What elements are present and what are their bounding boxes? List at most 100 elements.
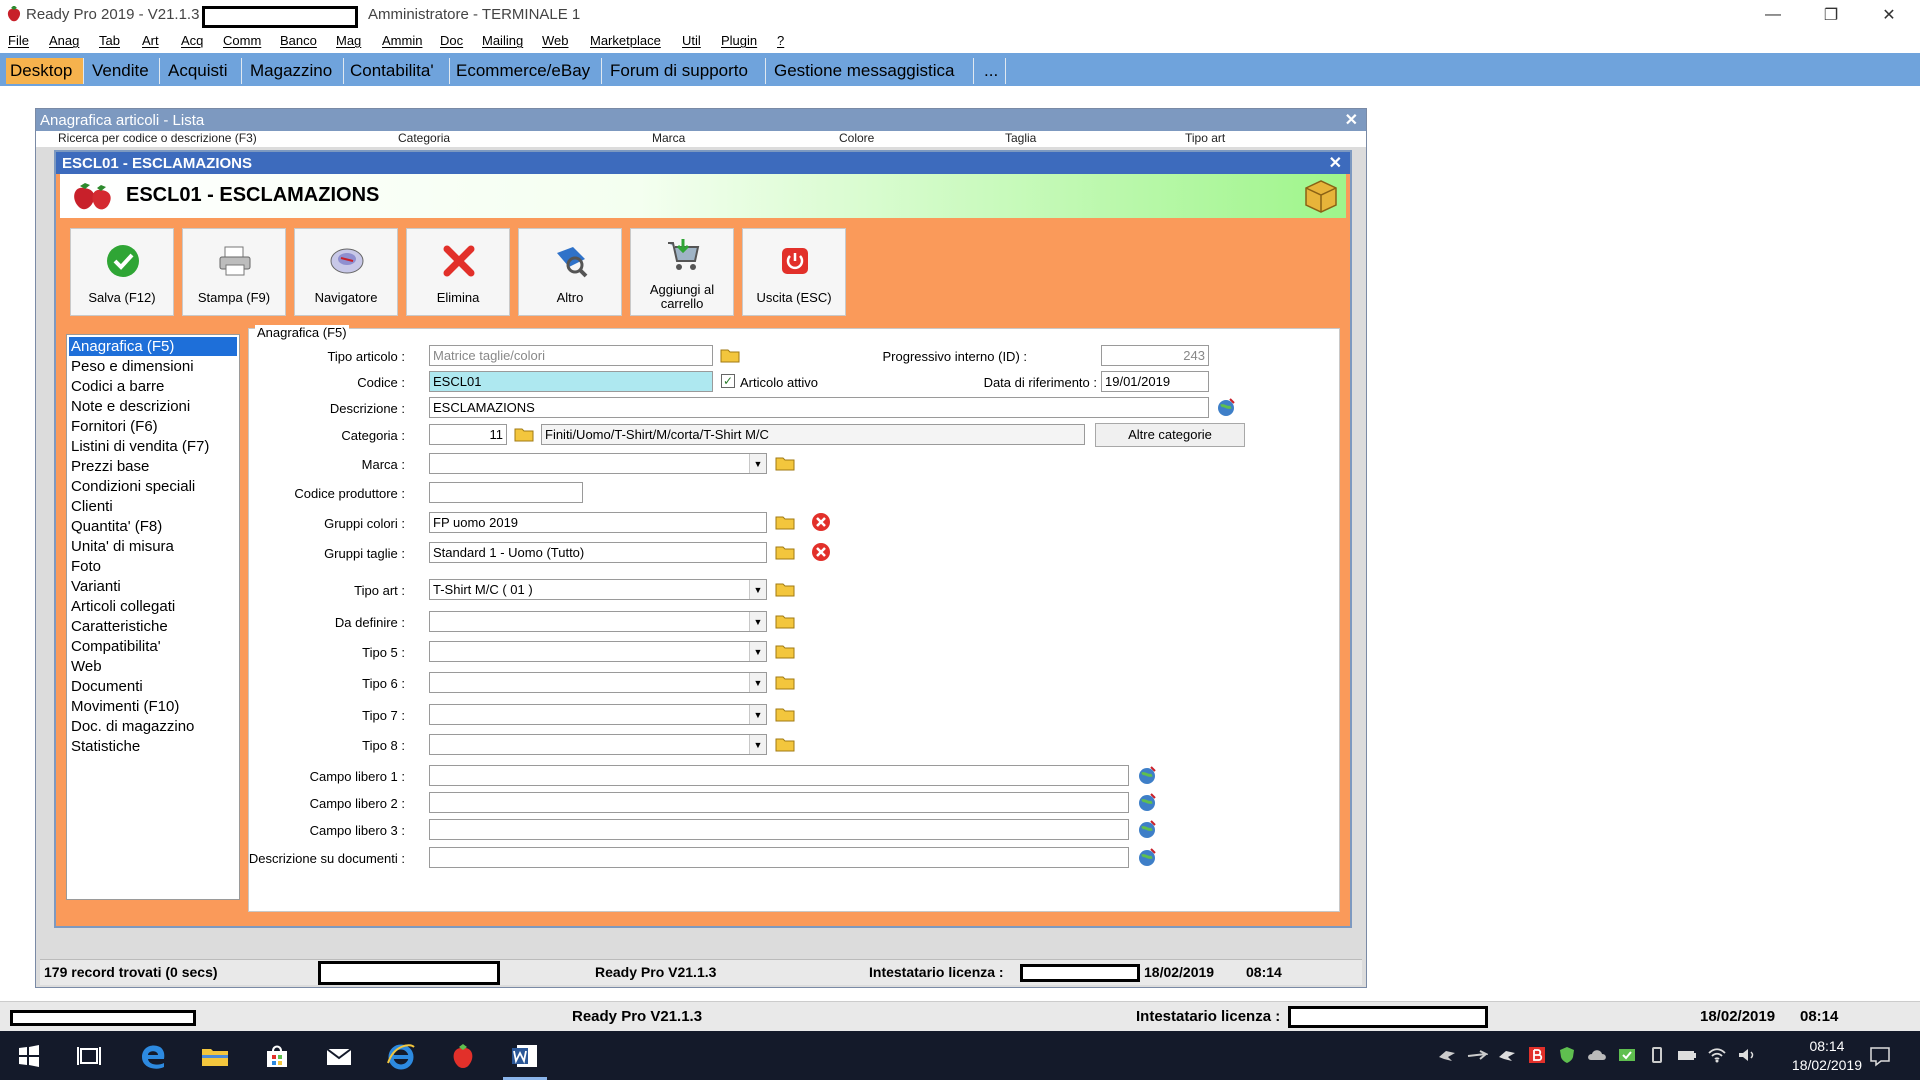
- tray-bird-icon[interactable]: [1436, 1045, 1458, 1065]
- menu-banco[interactable]: Banco: [280, 33, 317, 48]
- sidebar-item-fornitori[interactable]: Fornitori (F6): [69, 417, 237, 436]
- chevron-down-icon[interactable]: ▼: [749, 454, 766, 473]
- folder-icon[interactable]: [719, 344, 741, 366]
- filter-tipo-art[interactable]: Tipo art: [1185, 131, 1225, 145]
- sidebar-item-unita[interactable]: Unita' di misura: [69, 537, 237, 556]
- tab-vendite[interactable]: Vendite: [88, 58, 160, 84]
- chevron-down-icon[interactable]: ▼: [749, 673, 766, 692]
- tab-acquisti[interactable]: Acquisti: [164, 58, 242, 84]
- globe-pen-icon[interactable]: [1215, 396, 1237, 418]
- chevron-down-icon[interactable]: ▼: [749, 705, 766, 724]
- gruppi-taglie-field[interactable]: Standard 1 - Uomo (Tutto): [429, 542, 767, 563]
- campo2-field[interactable]: [429, 792, 1129, 813]
- print-button[interactable]: Stampa (F9): [182, 228, 286, 316]
- menu-acq[interactable]: Acq: [181, 33, 203, 48]
- navigator-button[interactable]: Navigatore: [294, 228, 398, 316]
- remove-icon[interactable]: [810, 511, 832, 533]
- codice-produttore-field[interactable]: [429, 482, 583, 503]
- sidebar-item-condizioni[interactable]: Condizioni speciali: [69, 477, 237, 496]
- sidebar-item-note[interactable]: Note e descrizioni: [69, 397, 237, 416]
- filter-ricerca[interactable]: Ricerca per codice o descrizione (F3): [58, 131, 257, 145]
- tab-magazzino[interactable]: Magazzino: [246, 58, 344, 84]
- tray-bird2-icon[interactable]: [1496, 1045, 1518, 1065]
- other-button[interactable]: Altro: [518, 228, 622, 316]
- sidebar-item-movimenti[interactable]: Movimenti (F10): [69, 697, 237, 716]
- campo1-field[interactable]: [429, 765, 1129, 786]
- ready-pro-taskbar-icon[interactable]: [446, 1039, 480, 1073]
- sidebar-item-listini[interactable]: Listini di vendita (F7): [69, 437, 237, 456]
- delete-button[interactable]: Elimina: [406, 228, 510, 316]
- taskbar-clock[interactable]: 08:14 18/02/2019: [1792, 1037, 1862, 1075]
- sidebar-item-quantita[interactable]: Quantita' (F8): [69, 517, 237, 536]
- filter-colore[interactable]: Colore: [839, 131, 874, 145]
- desc-doc-field[interactable]: [429, 847, 1129, 868]
- folder-icon[interactable]: [513, 423, 535, 445]
- globe-pen-icon[interactable]: [1136, 791, 1158, 813]
- task-view-icon[interactable]: [72, 1039, 106, 1073]
- chevron-down-icon[interactable]: ▼: [749, 735, 766, 754]
- tab-contabilita[interactable]: Contabilita': [346, 58, 450, 84]
- tipo6-select[interactable]: ▼: [429, 672, 767, 693]
- store-icon[interactable]: [260, 1039, 294, 1073]
- menu-web[interactable]: Web: [542, 33, 569, 48]
- add-to-cart-button[interactable]: Aggiungi al carrello: [630, 228, 734, 316]
- tray-usb-icon[interactable]: [1646, 1045, 1668, 1065]
- tab-more[interactable]: ...: [980, 58, 1006, 84]
- folder-icon[interactable]: [774, 541, 796, 563]
- menu-tab[interactable]: Tab: [99, 33, 120, 48]
- folder-icon[interactable]: [774, 578, 796, 600]
- sidebar-item-caratteristiche[interactable]: Caratteristiche: [69, 617, 237, 636]
- filter-taglia[interactable]: Taglia: [1005, 131, 1036, 145]
- globe-pen-icon[interactable]: [1136, 818, 1158, 840]
- windows-start-icon[interactable]: [12, 1039, 46, 1073]
- campo3-field[interactable]: [429, 819, 1129, 840]
- sidebar-item-statistiche[interactable]: Statistiche: [69, 737, 237, 756]
- notifications-icon[interactable]: [1868, 1044, 1892, 1068]
- tipo8-select[interactable]: ▼: [429, 734, 767, 755]
- marca-select[interactable]: ▼: [429, 453, 767, 474]
- sidebar-item-clienti[interactable]: Clienti: [69, 497, 237, 516]
- da-definire-select[interactable]: ▼: [429, 611, 767, 632]
- tab-ecommerce[interactable]: Ecommerce/eBay: [452, 58, 602, 84]
- menu-file[interactable]: File: [8, 33, 29, 48]
- wifi-icon[interactable]: [1706, 1045, 1728, 1065]
- sidebar-item-doc-magazzino[interactable]: Doc. di magazzino: [69, 717, 237, 736]
- article-close-icon[interactable]: ✕: [1329, 153, 1342, 173]
- folder-icon[interactable]: [774, 511, 796, 533]
- lista-close-icon[interactable]: ✕: [1345, 110, 1358, 130]
- chevron-down-icon[interactable]: ▼: [749, 642, 766, 661]
- menu-help[interactable]: ?: [777, 33, 784, 48]
- sidebar-item-collegati[interactable]: Articoli collegati: [69, 597, 237, 616]
- close-button[interactable]: ✕: [1860, 0, 1918, 29]
- remove-icon[interactable]: [810, 541, 832, 563]
- sidebar-item-varianti[interactable]: Varianti: [69, 577, 237, 596]
- gruppi-colori-field[interactable]: FP uomo 2019: [429, 512, 767, 533]
- menu-ammin[interactable]: Ammin: [382, 33, 422, 48]
- altre-categorie-button[interactable]: Altre categorie: [1095, 423, 1245, 447]
- tipo5-select[interactable]: ▼: [429, 641, 767, 662]
- menu-mag[interactable]: Mag: [336, 33, 361, 48]
- menu-comm[interactable]: Comm: [223, 33, 261, 48]
- articolo-attivo-checkbox[interactable]: ✓: [721, 374, 735, 388]
- folder-icon[interactable]: [774, 610, 796, 632]
- tipo-articolo-field[interactable]: Matrice taglie/colori: [429, 345, 713, 366]
- menu-doc[interactable]: Doc: [440, 33, 463, 48]
- internet-explorer-icon[interactable]: [384, 1039, 418, 1073]
- codice-field[interactable]: ESCL01: [429, 371, 713, 392]
- save-button[interactable]: Salva (F12): [70, 228, 174, 316]
- filter-marca[interactable]: Marca: [652, 131, 685, 145]
- folder-icon[interactable]: [774, 671, 796, 693]
- tipo7-select[interactable]: ▼: [429, 704, 767, 725]
- minimize-button[interactable]: —: [1744, 0, 1802, 29]
- progressivo-field[interactable]: 243: [1101, 345, 1209, 366]
- menu-util[interactable]: Util: [682, 33, 701, 48]
- sidebar-item-documenti[interactable]: Documenti: [69, 677, 237, 696]
- folder-icon[interactable]: [774, 452, 796, 474]
- tab-forum[interactable]: Forum di supporto: [606, 58, 766, 84]
- filter-categoria[interactable]: Categoria: [398, 131, 450, 145]
- tray-check-icon[interactable]: [1616, 1045, 1638, 1065]
- battery-icon[interactable]: [1676, 1045, 1698, 1065]
- word-icon[interactable]: [508, 1039, 542, 1073]
- sidebar-item-compatibilita[interactable]: Compatibilita': [69, 637, 237, 656]
- data-rif-field[interactable]: 19/01/2019: [1101, 371, 1209, 392]
